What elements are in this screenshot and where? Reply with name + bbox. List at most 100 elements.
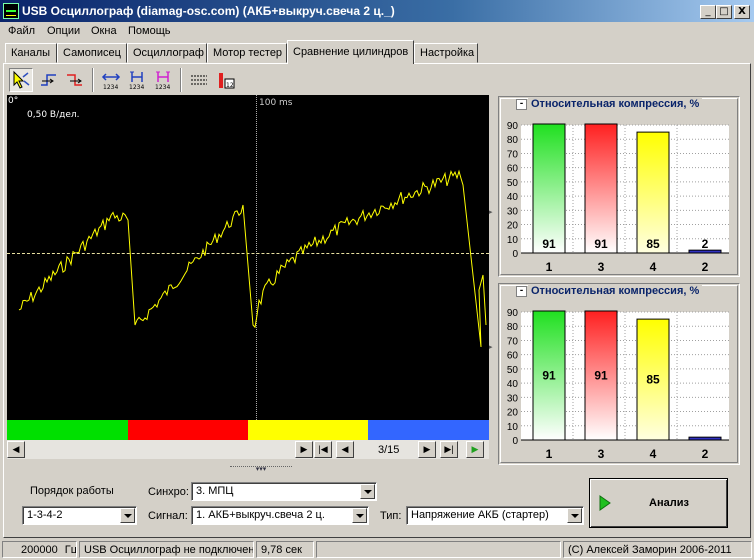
- chevron-down-icon[interactable]: [120, 508, 135, 523]
- rising-edge-icon[interactable]: [37, 68, 61, 92]
- tab-recorder[interactable]: Самописец: [57, 43, 127, 63]
- scroll-right-icon[interactable]: ▶: [295, 441, 313, 458]
- play-icon[interactable]: ▶: [466, 441, 484, 458]
- y-tick-label: 60: [507, 351, 519, 362]
- signal-select[interactable]: 1. АКБ+выкруч.свеча 2 ц.: [191, 506, 369, 525]
- oscilloscope-display[interactable]: 0° 100 ms 0,50 В/дел.: [7, 95, 489, 420]
- bar-chart-icon[interactable]: 12: [215, 68, 239, 92]
- y-tick-label: 30: [507, 393, 519, 404]
- app-icon: [3, 3, 19, 19]
- page-indicator: 3/15: [378, 444, 400, 456]
- cylinder-color-bar: [7, 420, 489, 440]
- svg-text:1234: 1234: [155, 84, 170, 91]
- bar-value-label: 2: [702, 237, 709, 251]
- copyright: (С) Алексей Заморин 2006-2011: [563, 541, 752, 558]
- type-select[interactable]: Напряжение АКБ (стартер): [406, 506, 584, 525]
- signal-label: Сигнал:: [148, 510, 188, 522]
- y-tick-label: 10: [507, 422, 519, 433]
- next-page-icon[interactable]: ▶: [418, 441, 436, 458]
- play-icon: [599, 495, 611, 511]
- x-category-label: 2: [702, 447, 709, 461]
- status-bar: 200000 Гц USB Осциллограф не подключен 9…: [0, 539, 754, 560]
- y-tick-label: 50: [507, 365, 519, 376]
- svg-text:1234: 1234: [129, 84, 144, 91]
- y-tick-label: 70: [507, 149, 519, 160]
- y-tick-label: 90: [507, 121, 519, 132]
- first-page-icon[interactable]: |◀: [314, 441, 332, 458]
- y-tick-label: 0: [512, 436, 518, 447]
- bar-value-label: 91: [594, 369, 608, 383]
- collapse-icon[interactable]: -: [516, 99, 527, 110]
- sync-select[interactable]: 3. МПЦ: [191, 482, 377, 501]
- tab-oscilloscope[interactable]: Осциллограф: [127, 43, 207, 63]
- grid-lines-icon[interactable]: [187, 68, 211, 92]
- scroll-left-icon[interactable]: ◀: [7, 441, 25, 458]
- menu-help[interactable]: Помощь: [128, 25, 171, 37]
- voltage-trace: [18, 169, 487, 348]
- y-tick-label: 80: [507, 135, 519, 146]
- compression-chart-bottom: 0 10 20 30 40 50 60 70 80 90 91 1 91 3 85 4 2: [507, 308, 729, 461]
- compression-title-bottom: Относительная компрессия, %: [528, 285, 703, 297]
- cursor-select-icon[interactable]: [9, 68, 33, 92]
- window-title: USB Осциллограф (diamag-osc.com) (АКБ+вы…: [22, 4, 395, 18]
- x-category-label: 4: [650, 260, 657, 274]
- bottom-splitter-grip-icon[interactable]: ▾▾▾: [230, 466, 292, 473]
- sync-label: Синхро:: [148, 486, 189, 498]
- measure-1234-icon[interactable]: 1234: [99, 68, 123, 92]
- duration: 9,78 сек: [256, 541, 314, 558]
- y-tick-label: 0: [512, 249, 518, 260]
- compression-title-top: Относительная компрессия, %: [528, 98, 703, 110]
- menu-windows[interactable]: Окна: [91, 25, 117, 37]
- title-bar[interactable]: USB Осциллограф (diamag-osc.com) (АКБ+вы…: [0, 0, 754, 22]
- svg-text:1234: 1234: [103, 84, 118, 91]
- cylinder-4-segment: [248, 420, 368, 440]
- status-empty: [316, 541, 561, 558]
- chevron-down-icon[interactable]: [360, 484, 375, 499]
- tab-motor-tester[interactable]: Мотор тестер: [207, 43, 287, 63]
- analyze-button[interactable]: Анализ: [589, 478, 728, 528]
- firing-order-value: 1-3-4-2: [27, 509, 63, 521]
- svg-text:12: 12: [226, 82, 234, 89]
- y-tick-label: 90: [507, 308, 519, 319]
- bar-cylinder-3: [584, 123, 618, 254]
- horizontal-scrollbar[interactable]: ◀ ▶ |◀ ◀ 3/15 ▶ ▶| ▶: [7, 440, 489, 459]
- prev-page-icon[interactable]: ◀: [336, 441, 354, 458]
- compression-chart-top: 0 10 20 30 40 50 60 70 80 90 91 1 91 3 85 4 2 2: [507, 121, 729, 274]
- falling-edge-icon[interactable]: [63, 68, 87, 92]
- bar-value-label: 85: [646, 373, 660, 387]
- bar-value-label: 91: [542, 237, 556, 251]
- tab-settings[interactable]: Настройка: [414, 43, 478, 63]
- bar-value-label: 91: [594, 237, 608, 251]
- marker-blue-1234-icon[interactable]: 1234: [125, 68, 149, 92]
- signal-value: 1. АКБ+выкруч.свеча 2 ц.: [196, 509, 325, 521]
- chevron-down-icon[interactable]: [567, 508, 582, 523]
- tab-cylinder-comparison[interactable]: Сравнение цилиндров: [287, 40, 414, 64]
- firing-order-select[interactable]: 1-3-4-2: [22, 506, 137, 525]
- type-label: Тип:: [380, 510, 402, 522]
- y-tick-label: 50: [507, 178, 519, 189]
- menu-file[interactable]: Файл: [8, 25, 35, 37]
- y-tick-label: 10: [507, 235, 519, 246]
- close-button[interactable]: X: [734, 5, 750, 19]
- minimize-button[interactable]: _: [700, 5, 716, 19]
- y-tick-label: 40: [507, 192, 519, 203]
- toolbar-separator: [92, 68, 94, 92]
- sync-value: 3. МПЦ: [196, 485, 234, 497]
- last-page-icon[interactable]: ▶|: [440, 441, 458, 458]
- splitter-grip-icon[interactable]: ▸: [489, 343, 495, 353]
- collapse-icon[interactable]: -: [516, 286, 527, 297]
- y-tick-label: 30: [507, 206, 519, 217]
- type-value: Напряжение АКБ (стартер): [411, 509, 549, 521]
- y-tick-label: 20: [507, 221, 519, 232]
- menu-options[interactable]: Опции: [47, 25, 80, 37]
- chevron-down-icon[interactable]: [352, 508, 367, 523]
- sample-rate: 200000 Гц: [2, 541, 77, 558]
- splitter-grip-icon[interactable]: ▸: [489, 208, 495, 218]
- tab-channels[interactable]: Каналы: [5, 43, 57, 63]
- firing-order-label: Порядок работы: [30, 485, 114, 497]
- cylinder-2-segment: [368, 420, 489, 440]
- bar-cylinder-2: [688, 436, 722, 441]
- bar-cylinder-1: [532, 123, 566, 254]
- marker-magenta-1234-icon[interactable]: 1234: [151, 68, 175, 92]
- maximize-button[interactable]: □: [716, 5, 732, 19]
